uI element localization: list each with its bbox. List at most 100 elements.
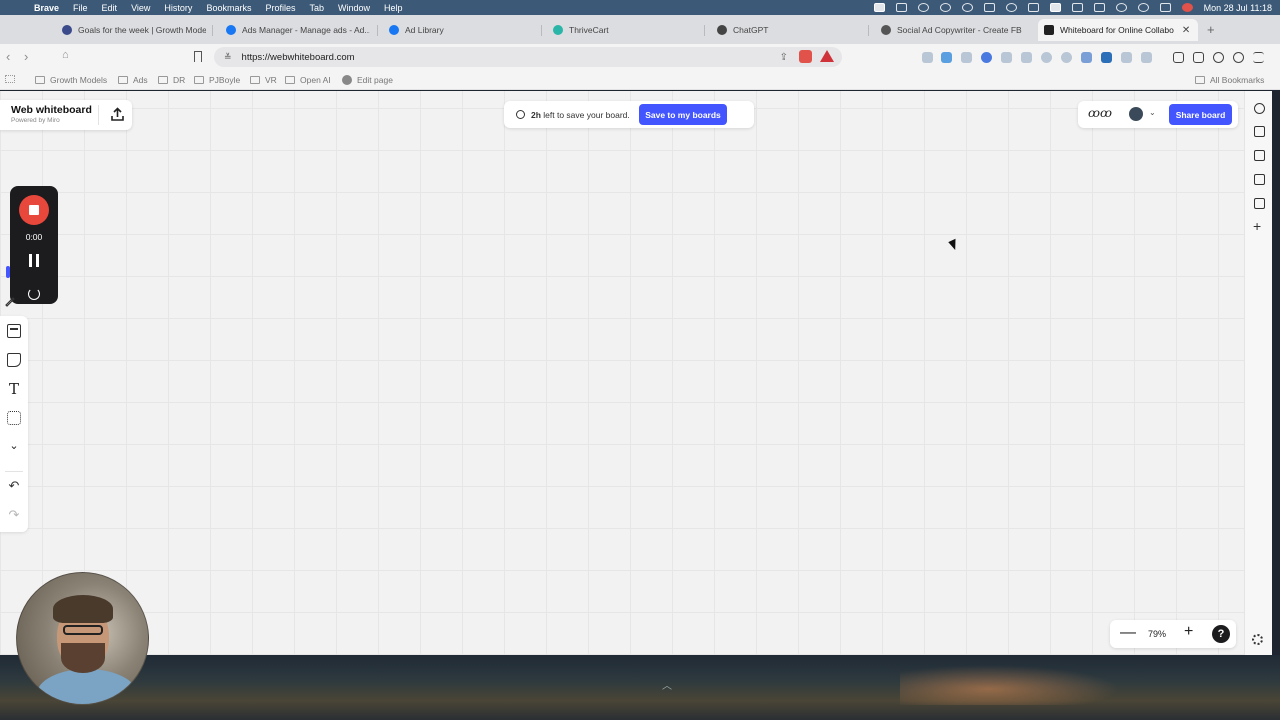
tab-chatgpt[interactable]: ChatGPT	[711, 19, 861, 41]
back-icon[interactable]: ‹	[6, 49, 10, 64]
menu-profiles[interactable]: Profiles	[265, 3, 295, 13]
help-button[interactable]: ?	[1212, 625, 1230, 643]
menu-file[interactable]: File	[73, 3, 88, 13]
restart-icon[interactable]	[28, 288, 40, 300]
menu-history[interactable]: History	[164, 3, 192, 13]
extension-icon[interactable]	[1041, 52, 1052, 63]
screen-record-icon[interactable]	[873, 3, 885, 12]
tab-ad-library[interactable]: Ad Library	[383, 19, 533, 41]
all-bookmarks[interactable]: All Bookmarks	[1195, 75, 1264, 85]
chevron-down-icon[interactable]: ⌄	[1149, 108, 1156, 117]
wifi-icon[interactable]	[1115, 3, 1127, 12]
play-icon[interactable]	[1005, 3, 1017, 12]
wallet-icon[interactable]	[1193, 52, 1204, 63]
status-app-icon[interactable]	[939, 3, 951, 12]
menu-bookmarks[interactable]: Bookmarks	[206, 3, 251, 13]
add-panel-icon[interactable]: +	[1253, 218, 1261, 234]
status-app-icon[interactable]	[917, 3, 929, 12]
extension-icon[interactable]	[1101, 52, 1112, 63]
menu-tab[interactable]: Tab	[309, 3, 324, 13]
gear-icon[interactable]	[1252, 634, 1263, 645]
sidebar-toggle-icon[interactable]	[1173, 52, 1184, 63]
avatar[interactable]	[1129, 107, 1143, 121]
extension-icon[interactable]	[1141, 52, 1152, 63]
bookmark-folder-vr[interactable]: VR	[250, 75, 277, 85]
brave-shields-icon[interactable]	[799, 50, 812, 63]
spotlight-icon[interactable]	[1137, 3, 1149, 12]
menubar-clock[interactable]: Mon 28 Jul 11:18	[1204, 3, 1272, 13]
save-to-my-boards-button[interactable]: Save to my boards	[639, 104, 727, 125]
menu-window[interactable]: Window	[338, 3, 370, 13]
vpn-icon[interactable]	[1233, 52, 1244, 63]
bookmark-folder-dr[interactable]: DR	[158, 75, 185, 85]
tab-thrivecart[interactable]: ThriveCart	[547, 19, 697, 41]
leo-ai-icon[interactable]	[1254, 103, 1265, 114]
bookmark-folder-pjboyle[interactable]: PJBoyle	[194, 75, 240, 85]
tab-ads-manager[interactable]: Ads Manager - Manage ads - Ad...	[220, 19, 370, 41]
extension-icon[interactable]	[961, 52, 972, 63]
extension-icon[interactable]	[922, 52, 933, 63]
bookmark-folder-open-ai[interactable]: Open AI	[285, 75, 331, 85]
frame-tool-icon[interactable]	[7, 324, 21, 338]
menu-view[interactable]: View	[131, 3, 150, 13]
site-settings-icon[interactable]: ≚	[224, 52, 232, 63]
reading-list-icon[interactable]	[1254, 126, 1265, 137]
extensions-puzzle-icon[interactable]	[1121, 52, 1132, 63]
menu-edit[interactable]: Edit	[102, 3, 118, 13]
extension-icon[interactable]	[1081, 52, 1092, 63]
share-icon[interactable]: ⇪	[780, 52, 788, 63]
battery-icon[interactable]	[1093, 3, 1105, 12]
siri-icon[interactable]	[1181, 3, 1193, 12]
leo-ai-icon[interactable]	[1213, 52, 1224, 63]
zoom-level[interactable]: 79%	[1148, 629, 1166, 639]
bookmarks-icon[interactable]	[1254, 174, 1265, 185]
pen-icon[interactable]	[4, 295, 16, 307]
tab-social-ad-copywriter[interactable]: Social Ad Copywriter - Create FB	[875, 19, 1025, 41]
new-tab-icon[interactable]: +	[1207, 22, 1215, 37]
text-tool-icon[interactable]: T	[7, 382, 21, 397]
extension-icon[interactable]	[1061, 52, 1072, 63]
status-app-icon[interactable]	[895, 3, 907, 12]
history-icon[interactable]	[1254, 198, 1265, 209]
status-app-icon[interactable]	[983, 3, 995, 12]
apps-grid-icon[interactable]	[5, 75, 20, 83]
home-icon[interactable]: ⌂	[62, 49, 69, 61]
undo-icon[interactable]: ↶	[7, 479, 21, 493]
control-center-icon[interactable]	[1159, 3, 1171, 12]
chevron-up-icon[interactable]: ︿	[662, 677, 672, 692]
wallet-icon[interactable]	[1254, 150, 1265, 161]
url-text[interactable]: https://webwhiteboard.com	[242, 52, 355, 63]
clock-app-icon[interactable]	[961, 3, 973, 12]
tab-goals[interactable]: Goals for the week | Growth Mode	[56, 19, 206, 41]
extension-icon[interactable]	[1021, 52, 1032, 63]
close-tab-icon[interactable]: ✕	[1182, 25, 1190, 36]
share-board-button[interactable]: Share board	[1169, 104, 1232, 125]
sticky-note-icon[interactable]	[7, 353, 21, 367]
zoom-out-button[interactable]: —	[1120, 624, 1136, 642]
brave-rewards-icon[interactable]	[820, 50, 834, 62]
menu-icon[interactable]	[1253, 52, 1264, 63]
whiteboard-canvas[interactable]	[0, 91, 1272, 655]
menu-help[interactable]: Help	[384, 3, 403, 13]
forward-icon[interactable]: ›	[24, 49, 28, 64]
bluetooth-icon[interactable]	[1071, 3, 1083, 12]
bookmark-edit-page[interactable]: Edit page	[342, 75, 393, 85]
zoom-in-button[interactable]: +	[1184, 623, 1193, 641]
pause-icon[interactable]	[29, 254, 39, 267]
bookmark-icon[interactable]	[194, 51, 202, 62]
extension-icon[interactable]	[981, 52, 992, 63]
shapes-icon[interactable]	[7, 411, 21, 425]
address-bar[interactable]: ≚ https://webwhiteboard.com ⇪	[214, 47, 842, 67]
redo-icon[interactable]: ↷	[7, 508, 21, 522]
bookmark-folder-ads[interactable]: Ads	[118, 75, 148, 85]
export-icon[interactable]	[110, 107, 125, 122]
menu-app-name[interactable]: Brave	[34, 3, 59, 13]
input-source-icon[interactable]	[1049, 3, 1061, 12]
chevron-double-down-icon[interactable]: ⌄	[7, 439, 21, 453]
extension-icon[interactable]	[1001, 52, 1012, 63]
extension-icon[interactable]	[941, 52, 952, 63]
window-icon[interactable]	[1027, 3, 1039, 12]
stop-recording-button[interactable]	[19, 195, 49, 225]
tab-whiteboard-active[interactable]: Whiteboard for Online Collabo ✕	[1038, 19, 1198, 41]
bookmark-folder-growth-models[interactable]: Growth Models	[35, 75, 107, 85]
